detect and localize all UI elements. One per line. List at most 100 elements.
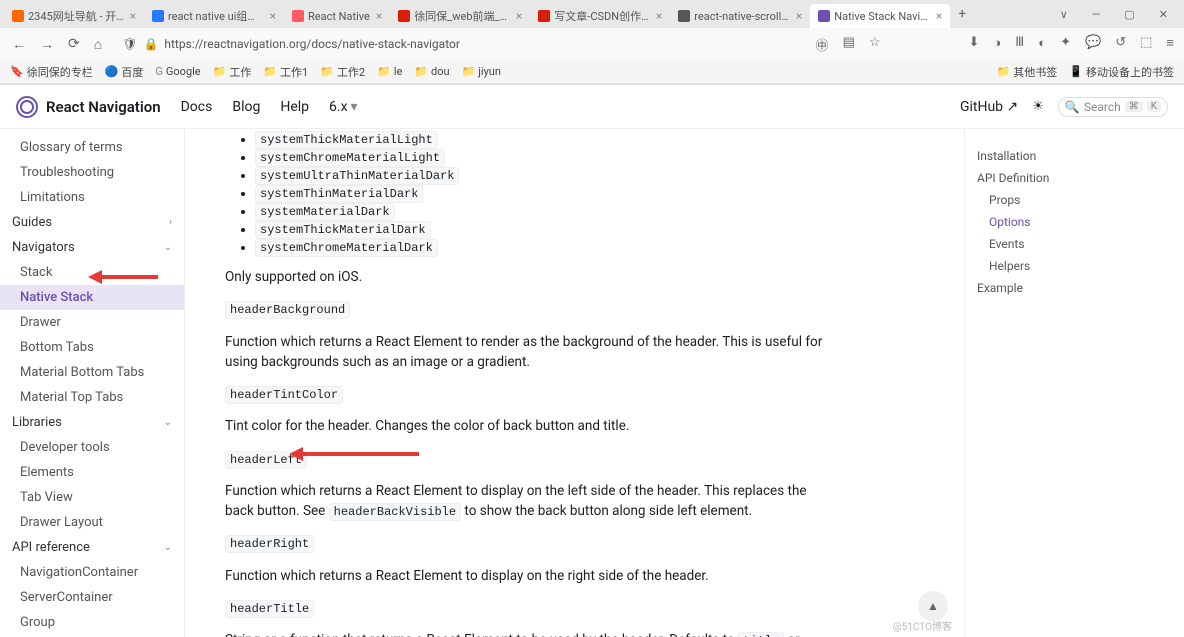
tab-label: 写文章-CSDN创作中心 xyxy=(554,8,650,24)
sidebar-item-material-bottom-tabs[interactable]: Material Bottom Tabs xyxy=(0,360,184,385)
ext5-icon[interactable]: ⬚ xyxy=(1140,35,1152,54)
sidebar-item[interactable]: ServerContainer xyxy=(0,585,184,610)
download-icon[interactable]: ⬇ xyxy=(969,35,980,54)
bookmark-item[interactable]: 📁le xyxy=(377,65,402,78)
theme-toggle[interactable]: ☀ xyxy=(1032,99,1044,114)
bookmark-item[interactable]: GGoogle xyxy=(155,65,200,78)
scroll-top-button[interactable]: ▲ xyxy=(918,591,948,621)
sidebar-guides[interactable]: Guides› xyxy=(0,210,184,235)
github-link[interactable]: GitHub ↗ xyxy=(960,99,1018,115)
back-button[interactable]: ← xyxy=(10,36,28,53)
sidebar: Glossary of termsTroubleshooting Limitati… xyxy=(0,129,185,637)
tab-list-button[interactable]: ∨ xyxy=(1048,8,1080,21)
bookmark-item[interactable]: 📁其他书签 xyxy=(997,64,1058,80)
sidebar-item-bottom-tabs[interactable]: Bottom Tabs xyxy=(0,335,184,360)
tab-close-icon[interactable]: × xyxy=(270,9,276,23)
ext1-icon[interactable]: ◐ xyxy=(1038,35,1046,54)
ext4-icon[interactable]: ↺ xyxy=(1115,35,1126,54)
toc-item[interactable]: Options xyxy=(977,211,1172,233)
material-code: systemThinMaterialDark xyxy=(255,185,423,203)
sidebar-item-label: Drawer Layout xyxy=(20,515,103,530)
sidebar-item[interactable]: Limitations xyxy=(0,185,184,210)
bookmark-item[interactable]: 📁工作2 xyxy=(320,64,365,80)
bookmark-item[interactable]: 📱移动设备上的书签 xyxy=(1069,64,1174,80)
sidebar-item-native-stack[interactable]: Native Stack xyxy=(0,285,184,310)
sidebar-item-material-top-tabs[interactable]: Material Top Tabs xyxy=(0,385,184,410)
new-tab-button[interactable]: + xyxy=(950,6,974,22)
sidebar-item[interactable]: Glossary of terms xyxy=(0,135,184,160)
bookmark-item[interactable]: 📁工作1 xyxy=(263,64,308,80)
toc-item[interactable]: Example xyxy=(977,277,1172,299)
sidebar-libraries[interactable]: Libraries⌄ xyxy=(0,410,184,435)
url-box[interactable]: 🛡 🔒 https://reactnavigation.org/docs/nat… xyxy=(114,32,468,56)
bookmark-label: jiyun xyxy=(478,65,501,78)
tab-favicon xyxy=(152,10,164,22)
maximize-button[interactable]: ▢ xyxy=(1112,8,1146,21)
sidebar-item[interactable]: Tab View xyxy=(0,485,184,510)
browser-tab[interactable]: react native ui组件库_百度搜索× xyxy=(144,4,284,28)
reader-icon[interactable]: ▤ xyxy=(843,35,855,54)
forward-button[interactable]: → xyxy=(38,36,56,53)
bookmark-item[interactable]: 📁工作 xyxy=(213,64,252,80)
nav-blog[interactable]: Blog xyxy=(232,99,260,115)
browser-tab[interactable]: React Native× xyxy=(284,4,390,28)
sidebar-item-label: Navigators xyxy=(12,240,75,255)
translate-icon[interactable]: ㊥ xyxy=(816,35,829,54)
menu-icon[interactable]: ≡ xyxy=(1166,35,1174,54)
tab-close-icon[interactable]: × xyxy=(130,9,136,23)
logo-icon[interactable] xyxy=(16,96,38,118)
browser-tab[interactable]: react-native-scrollable-tab-v × xyxy=(670,4,810,28)
tab-close-icon[interactable]: × xyxy=(936,9,942,23)
material-code: systemThickMaterialDark xyxy=(255,221,431,239)
ext3-icon[interactable]: 💬 xyxy=(1085,35,1101,54)
nav-docs[interactable]: Docs xyxy=(181,99,213,115)
bookmark-label: 百度 xyxy=(121,64,143,80)
bookmark-item[interactable]: 📁dou xyxy=(414,65,449,78)
tab-close-icon[interactable]: × xyxy=(796,9,802,23)
brand-title[interactable]: React Navigation xyxy=(46,98,161,116)
sidebar-item[interactable]: NavigationContainer xyxy=(0,560,184,585)
close-window-button[interactable]: ✕ xyxy=(1147,8,1180,21)
toc-item[interactable]: API Definition xyxy=(977,167,1172,189)
sidebar-navigators[interactable]: Navigators⌄ xyxy=(0,235,184,260)
bookmark-item[interactable]: 🔵百度 xyxy=(105,64,144,80)
sidebar-item-stack[interactable]: Stack xyxy=(0,260,184,285)
tab-close-icon[interactable]: × xyxy=(516,9,522,23)
sidebar-item-drawer[interactable]: Drawer xyxy=(0,310,184,335)
reload-button[interactable]: ⟳ xyxy=(66,36,82,52)
bookmark-label: Google xyxy=(166,65,201,78)
toc-item[interactable]: Props xyxy=(977,189,1172,211)
toc-item[interactable]: Helpers xyxy=(977,255,1172,277)
bookmark-item[interactable]: 📁jiyun xyxy=(462,65,501,78)
sidebar-item[interactable]: Elements xyxy=(0,460,184,485)
nav-help[interactable]: Help xyxy=(280,99,309,115)
ext2-icon[interactable]: ✦ xyxy=(1060,35,1071,54)
browser-tab[interactable]: 写文章-CSDN创作中心 × xyxy=(530,4,670,28)
browser-tab[interactable]: 徐同保_web前端_前端技术分享× xyxy=(390,4,530,28)
tab-close-icon[interactable]: × xyxy=(656,9,662,23)
bookmark-label: 徐同保的专栏 xyxy=(27,64,93,80)
sidebar-item[interactable]: Developer tools xyxy=(0,435,184,460)
list-item: systemThinMaterialDark xyxy=(255,186,825,201)
sidebar-item[interactable]: Group xyxy=(0,610,184,635)
star-icon[interactable]: ☆ xyxy=(869,35,881,54)
account-icon[interactable]: ◑ xyxy=(993,35,1001,54)
bookmark-item[interactable]: 🔖徐同保的专栏 xyxy=(10,64,93,80)
browser-tab[interactable]: 2345网址导航 - 开创中国百年品质× xyxy=(4,4,144,28)
sidebar-item[interactable]: Troubleshooting xyxy=(0,160,184,185)
minimize-button[interactable]: — xyxy=(1080,8,1113,21)
version-dropdown[interactable]: 6.x▾ xyxy=(329,99,358,115)
sidebar-item-label: Native Stack xyxy=(20,290,93,305)
toc-item[interactable]: Installation xyxy=(977,145,1172,167)
sidebar-item[interactable]: Drawer Layout xyxy=(0,510,184,535)
sidebar-item-label: Limitations xyxy=(20,190,85,205)
sidebar-api[interactable]: API reference⌄ xyxy=(0,535,184,560)
tab-label: react-native-scrollable-tab-v xyxy=(694,10,790,23)
browser-tab[interactable]: Native Stack Navigator | Rea× xyxy=(810,4,950,28)
toc-item[interactable]: Events xyxy=(977,233,1172,255)
library-icon[interactable]: Ⅲ xyxy=(1015,35,1024,54)
bookmark-label: 工作2 xyxy=(337,64,365,80)
home-button[interactable]: ⌂ xyxy=(92,36,104,53)
search-input[interactable]: 🔍 Search ⌘ K xyxy=(1058,97,1168,117)
tab-close-icon[interactable]: × xyxy=(376,9,382,23)
